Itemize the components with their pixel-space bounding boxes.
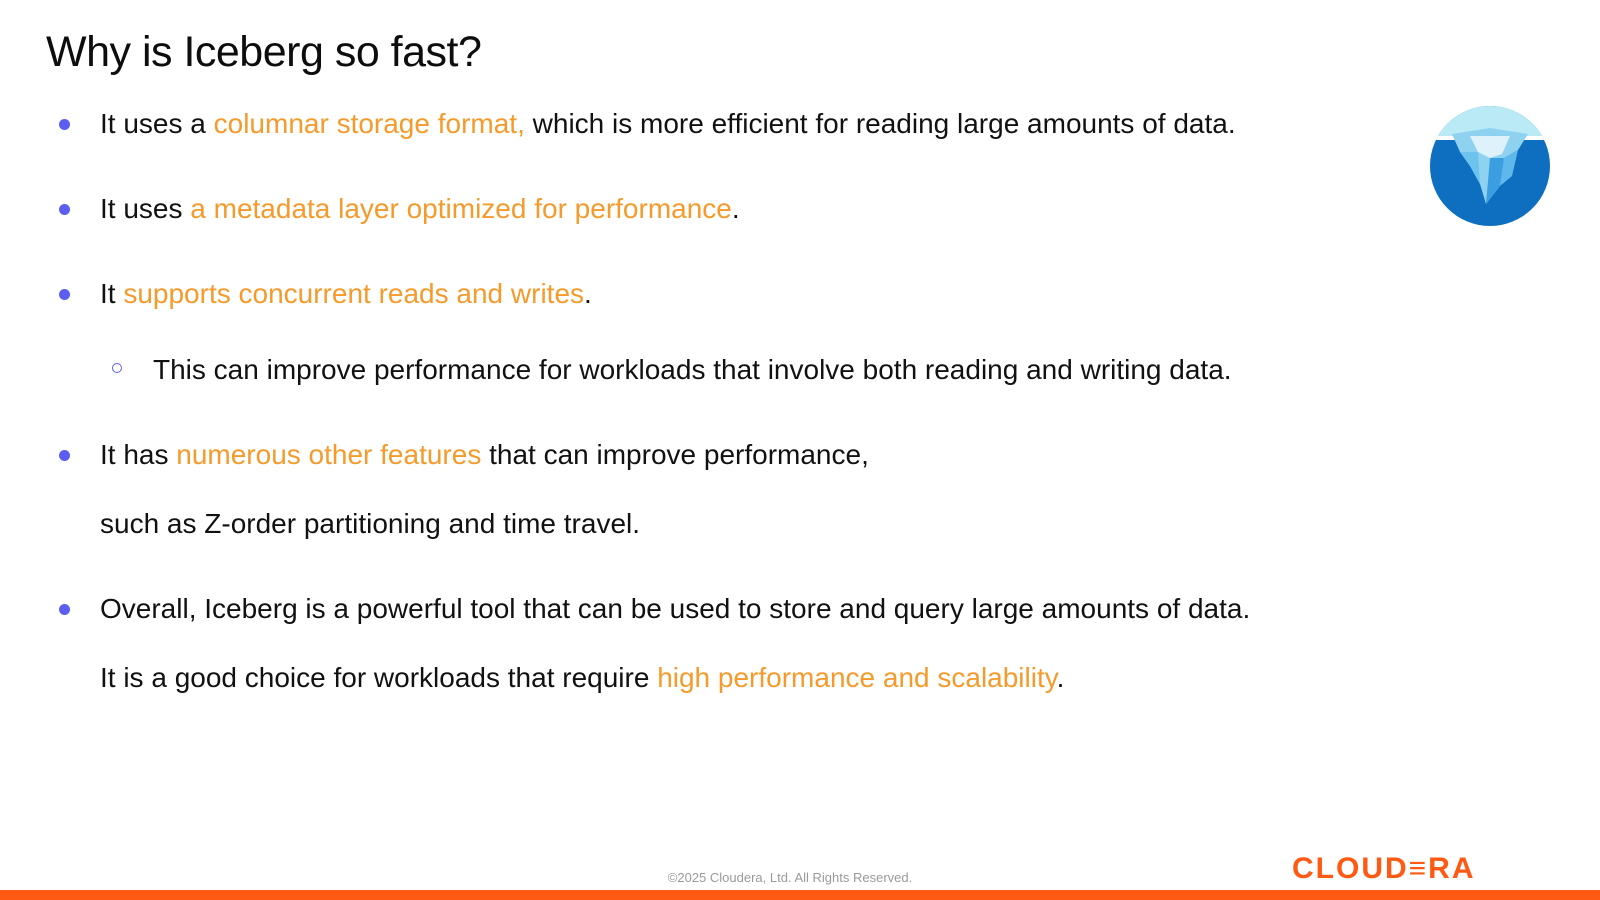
bullet-dot-icon — [59, 450, 70, 461]
cloudera-logo: CLOUD≡RA — [1292, 852, 1476, 885]
bullet-dot-icon — [59, 604, 70, 615]
slide-title: Why is Iceberg so fast? — [46, 28, 482, 76]
bullet-text: It uses a metadata layer optimized for p… — [100, 193, 740, 224]
bullet-text: Overall, Iceberg is a powerful tool that… — [100, 593, 1251, 624]
bullet-dot-icon — [59, 119, 70, 130]
bullet-text: It uses a columnar storage format, which… — [100, 108, 1236, 139]
sub-bullet-circle-icon — [112, 363, 122, 373]
bullet-continuation-text: It is a good choice for workloads that r… — [100, 662, 1065, 693]
bullet-text: It has numerous other features that can … — [100, 439, 869, 470]
bullet-dot-icon — [59, 289, 70, 300]
iceberg-logo-icon — [1430, 106, 1550, 226]
bullet-continuation-text: such as Z-order partitioning and time tr… — [100, 508, 641, 539]
bullet-dot-icon — [59, 204, 70, 215]
sub-bullet-text: This can improve performance for workloa… — [153, 354, 1232, 385]
bullet-text: It supports concurrent reads and writes. — [100, 278, 592, 309]
footer-accent-bar — [0, 890, 1600, 900]
